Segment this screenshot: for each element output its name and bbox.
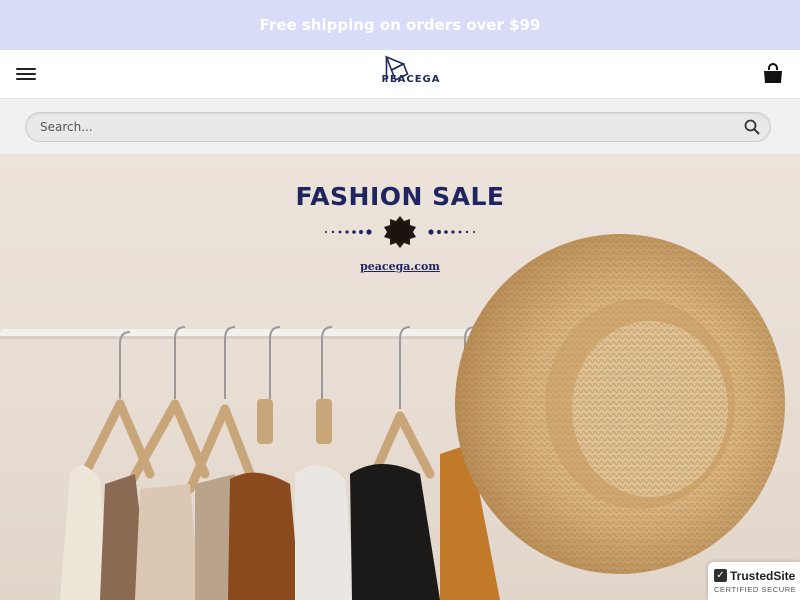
site-header: PEACEGA: [0, 50, 800, 99]
hero-title: FASHION SALE: [295, 182, 505, 211]
logo-text: PEACEGA: [381, 74, 441, 85]
shopping-bag-icon[interactable]: [762, 63, 784, 85]
trust-badge-subtitle: CERTIFIED SECURE: [714, 584, 797, 594]
hero-url-link[interactable]: peacega.com: [0, 260, 800, 273]
trustedsite-badge[interactable]: ✓ TrustedSite CERTIFIED SECURE: [708, 562, 800, 600]
checkmark-icon: ✓: [714, 569, 727, 582]
search-input[interactable]: [40, 119, 744, 134]
promo-banner: Free shipping on orders over $99: [0, 0, 800, 50]
search-bar: [0, 99, 800, 154]
ornament-divider-icon: [325, 216, 475, 248]
promo-text: Free shipping on orders over $99: [259, 16, 541, 34]
search-icon[interactable]: [744, 119, 760, 135]
site-logo[interactable]: PEACEGA: [359, 54, 440, 85]
hamburger-menu-icon[interactable]: [16, 66, 36, 82]
trust-badge-name: TrustedSite: [730, 568, 796, 583]
hero-banner[interactable]: FASHION SALE peacega.com ✓ TrustedSite C…: [0, 154, 800, 600]
search-field: [25, 111, 771, 142]
